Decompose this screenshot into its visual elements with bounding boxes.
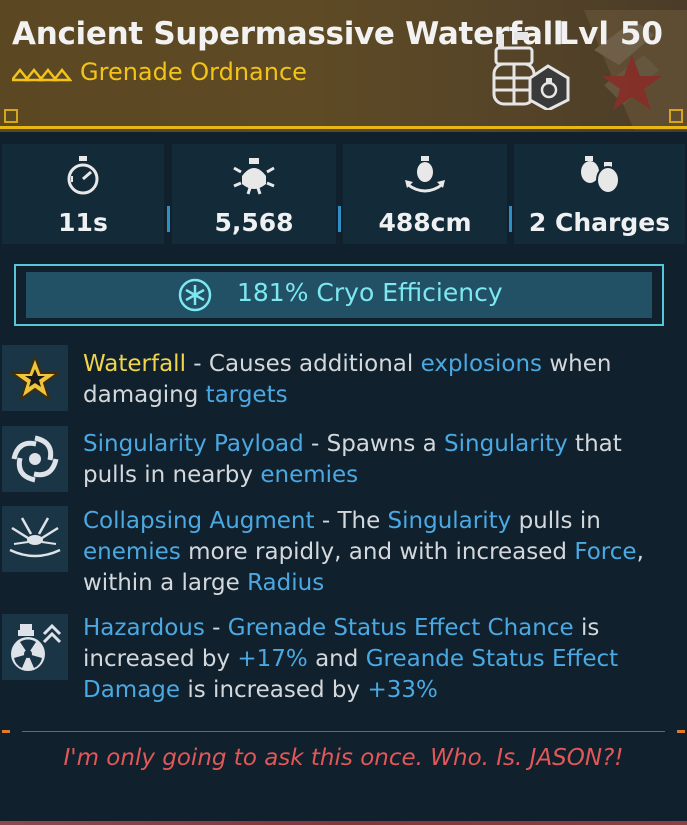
flavor-divider — [22, 731, 665, 732]
stat-value: 2 Charges — [528, 208, 671, 237]
stat-divider — [167, 206, 170, 232]
perk-icon-box — [2, 614, 68, 680]
keyword-highlight: enemies — [260, 462, 359, 488]
keyword-highlight: Singularity — [444, 431, 568, 457]
item-header: Ancient Supermassive Waterfall Lvl 50 Gr… — [0, 0, 687, 132]
item-level: Lvl 50 — [558, 16, 663, 52]
item-title: Ancient Supermassive Waterfall — [12, 16, 564, 52]
keyword-highlight: enemies — [83, 539, 181, 565]
header-underline — [0, 126, 687, 129]
stat-charges: 2 Charges — [514, 144, 685, 244]
grenade-charges-icon — [580, 156, 620, 194]
keyword-highlight: +17% — [237, 646, 308, 672]
perk-text-segment: and — [307, 646, 366, 672]
perk-name: Waterfall — [83, 351, 186, 377]
stat-cooldown: 11s — [2, 144, 164, 244]
corner-marker — [669, 109, 683, 123]
keyword-highlight: Radius — [247, 570, 325, 596]
perk-icon-box — [2, 506, 68, 572]
singularity-vortex-icon — [11, 435, 59, 483]
keyword-highlight: +33% — [367, 677, 438, 703]
perk-name: Singularity Payload — [83, 431, 304, 457]
perk-text-segment: more rapidly, and with increased — [180, 539, 575, 565]
stat-value: 488cm — [378, 208, 472, 237]
stat-damage: 5,568 — [172, 144, 336, 244]
stats-row: 11s 5,568 488cm 2 Charges — [0, 144, 687, 244]
stat-value: 11s — [58, 208, 108, 237]
perk-name: Hazardous — [83, 615, 205, 641]
perk-text-segment: pulls in — [511, 508, 601, 534]
keyword-highlight: targets — [205, 382, 288, 408]
damage-burst-icon — [233, 158, 275, 195]
star-icon — [8, 354, 62, 402]
perk-text-segment: is increased by — [180, 677, 368, 703]
keyword-highlight: explosions — [420, 351, 543, 377]
element-efficiency: 181% Cryo Efficiency — [237, 278, 503, 307]
hazard-grenade-icon — [11, 623, 62, 671]
collapsing-pull-icon — [9, 517, 61, 558]
keyword-highlight: Force — [574, 539, 637, 565]
keyword-highlight: Grenade Status Effect Chance — [227, 615, 574, 641]
perk-text-segment: - — [204, 615, 228, 641]
grenade-radius-icon — [405, 156, 445, 193]
grenade-icon — [492, 32, 570, 110]
perk-description: Singularity Payload - Spawns a Singulari… — [83, 429, 673, 491]
divider-mark — [677, 730, 685, 733]
perk-description: Hazardous - Grenade Status Effect Chance… — [83, 613, 673, 706]
stat-divider — [338, 206, 341, 232]
rarity-chevrons-icon — [12, 67, 72, 82]
divider-mark — [2, 730, 10, 733]
perk-text-segment: - The — [314, 508, 388, 534]
item-type: Grenade Ordnance — [80, 58, 307, 86]
cryo-snowflake-icon — [178, 278, 212, 312]
flavor-text: I'm only going to ask this once. Who. Is… — [63, 745, 624, 771]
perk-text-segment: - Causes additional — [185, 351, 421, 377]
perk-text-segment: - Spawns a — [303, 431, 445, 457]
perk-description: Waterfall - Causes additional explosions… — [83, 349, 673, 411]
stat-radius: 488cm — [343, 144, 507, 244]
stat-value: 5,568 — [214, 208, 294, 237]
item-card: Ancient Supermassive Waterfall Lvl 50 Gr… — [0, 0, 687, 825]
perk-icon-box — [2, 345, 68, 411]
perk-icon-box — [2, 426, 68, 492]
perk-description: Collapsing Augment - The Singularity pul… — [83, 506, 673, 599]
keyword-highlight: Singularity — [387, 508, 512, 534]
stopwatch-icon — [67, 156, 99, 195]
bottom-edge — [0, 821, 687, 825]
perk-name: Collapsing Augment — [83, 508, 315, 534]
corner-marker — [4, 109, 18, 123]
stat-divider — [509, 206, 512, 232]
